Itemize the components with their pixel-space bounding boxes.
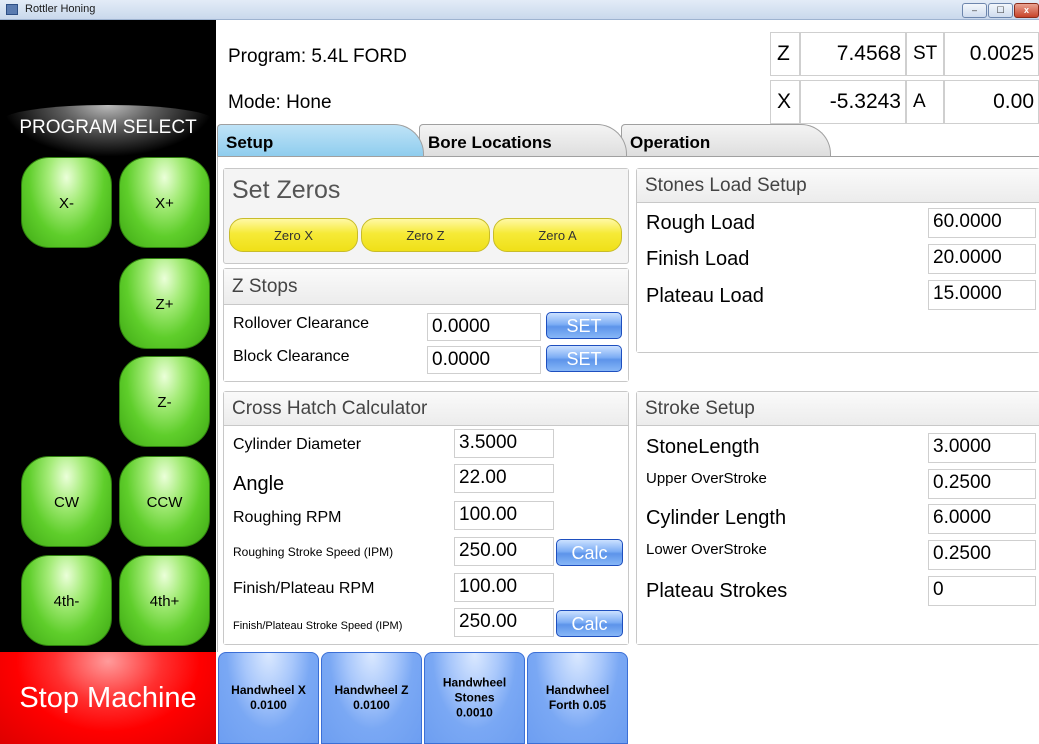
program-label: Program: 5.4L FORD — [228, 46, 407, 67]
set-zeros-title: Set Zeros — [224, 169, 628, 211]
st-label: ST — [906, 32, 944, 76]
a-axis-label: A — [906, 80, 944, 124]
block-clearance-field[interactable]: 0.0000 — [427, 346, 541, 374]
finish-plateau-rpm-field[interactable]: 100.00 — [454, 573, 554, 602]
plateau-strokes-field[interactable]: 0 — [928, 576, 1036, 606]
x-axis-value: -5.3243 — [800, 80, 906, 124]
finish-plateau-stroke-speed-field[interactable]: 250.00 — [454, 608, 554, 637]
tab-operation[interactable]: Operation — [621, 124, 831, 156]
handwheel-z-value: 0.0100 — [353, 698, 390, 712]
jog-x-plus-button[interactable]: X+ — [119, 157, 210, 248]
jog-panel: PROGRAM SELECT X- X+ Z+ Z- CW CCW 4th- 4… — [0, 20, 216, 652]
zero-a-button[interactable]: Zero A — [493, 218, 622, 252]
close-button[interactable]: x — [1014, 3, 1039, 18]
finish-plateau-rpm-label: Finish/Plateau RPM — [233, 580, 375, 597]
handwheel-x-value: 0.0100 — [250, 698, 287, 712]
handwheel-forth-value: Forth 0.05 — [548, 698, 607, 712]
tab-setup[interactable]: Setup — [217, 124, 424, 156]
lower-overstroke-label: Lower OverStroke — [646, 541, 767, 558]
block-set-button[interactable]: SET — [546, 345, 622, 372]
minimize-button[interactable]: – — [962, 3, 987, 18]
plateau-strokes-label: Plateau Strokes — [646, 580, 788, 602]
cross-hatch-title: Cross Hatch Calculator — [224, 392, 628, 426]
handwheel-forth-button[interactable]: Handwheel Forth 0.05 — [527, 652, 628, 744]
jog-x-minus-button[interactable]: X- — [21, 157, 112, 248]
jog-ccw-button[interactable]: CCW — [119, 456, 210, 547]
finish-load-field[interactable]: 20.0000 — [928, 244, 1036, 274]
lower-overstroke-field[interactable]: 0.2500 — [928, 540, 1036, 570]
app-icon — [6, 4, 18, 15]
angle-label: Angle — [233, 473, 285, 495]
jog-fourth-plus-button[interactable]: 4th+ — [119, 555, 210, 646]
finish-calc-button[interactable]: Calc — [556, 610, 623, 637]
cylinder-length-field[interactable]: 6.0000 — [928, 504, 1036, 534]
title-bar: Rottler Honing – ☐ x — [0, 0, 1039, 20]
block-clearance-label: Block Clearance — [233, 348, 350, 365]
tab-bore-locations[interactable]: Bore Locations — [419, 124, 627, 156]
finish-load-label: Finish Load — [646, 248, 750, 270]
handwheel-stones-button[interactable]: Handwheel Stones 0.0010 — [424, 652, 525, 744]
maximize-button[interactable]: ☐ — [988, 3, 1013, 18]
handwheel-forth-title: Handwheel — [545, 683, 610, 697]
cylinder-diameter-label: Cylinder Diameter — [233, 436, 362, 453]
z-stops-title: Z Stops — [224, 269, 628, 305]
program-select-button[interactable]: PROGRAM SELECT — [2, 105, 214, 157]
plateau-load-field[interactable]: 15.0000 — [928, 280, 1036, 310]
rollover-set-button[interactable]: SET — [546, 312, 622, 339]
handwheel-stones-subtitle: Stones — [454, 690, 495, 705]
roughing-calc-button[interactable]: Calc — [556, 539, 623, 566]
upper-overstroke-label: Upper OverStroke — [646, 470, 767, 487]
stop-machine-button[interactable]: Stop Machine — [0, 652, 216, 744]
cylinder-diameter-field[interactable]: 3.5000 — [454, 429, 554, 458]
upper-overstroke-field[interactable]: 0.2500 — [928, 469, 1036, 499]
stone-length-label: StoneLength — [646, 436, 760, 458]
angle-field[interactable]: 22.00 — [454, 464, 554, 493]
zero-x-button[interactable]: Zero X — [229, 218, 358, 252]
jog-cw-button[interactable]: CW — [21, 456, 112, 547]
mode-label: Mode: Hone — [228, 92, 332, 113]
rough-load-label: Rough Load — [646, 212, 755, 234]
zero-z-button[interactable]: Zero Z — [361, 218, 490, 252]
jog-z-plus-button[interactable]: Z+ — [119, 258, 210, 349]
handwheel-stones-title: Handwheel — [442, 675, 507, 690]
st-value: 0.0025 — [944, 32, 1039, 76]
handwheel-stones-value: 0.0010 — [456, 705, 493, 720]
window-title: Rottler Honing — [25, 3, 96, 15]
stone-length-field[interactable]: 3.0000 — [928, 433, 1036, 463]
x-axis-label: X — [770, 80, 800, 124]
stroke-setup-title: Stroke Setup — [637, 392, 1039, 426]
z-axis-label: Z — [770, 32, 800, 76]
a-axis-value: 0.00 — [944, 80, 1039, 124]
cylinder-length-label: Cylinder Length — [646, 507, 787, 529]
jog-z-minus-button[interactable]: Z- — [119, 356, 210, 447]
roughing-rpm-label: Roughing RPM — [233, 509, 342, 526]
handwheel-x-button[interactable]: Handwheel X 0.0100 — [218, 652, 319, 744]
z-axis-value: 7.4568 — [800, 32, 906, 76]
roughing-stroke-speed-label: Roughing Stroke Speed (IPM) — [233, 545, 394, 559]
roughing-stroke-speed-field[interactable]: 250.00 — [454, 537, 554, 566]
rough-load-field[interactable]: 60.0000 — [928, 208, 1036, 238]
jog-fourth-minus-button[interactable]: 4th- — [21, 555, 112, 646]
stones-load-title: Stones Load Setup — [637, 169, 1039, 203]
finish-plateau-stroke-speed-label: Finish/Plateau Stroke Speed (IPM) — [233, 620, 403, 632]
plateau-load-label: Plateau Load — [646, 285, 764, 307]
rollover-clearance-field[interactable]: 0.0000 — [427, 313, 541, 341]
rollover-clearance-label: Rollover Clearance — [233, 315, 370, 332]
roughing-rpm-field[interactable]: 100.00 — [454, 501, 554, 530]
handwheel-x-title: Handwheel X — [231, 683, 306, 697]
handwheel-z-title: Handwheel Z — [334, 683, 409, 697]
handwheel-z-button[interactable]: Handwheel Z 0.0100 — [321, 652, 422, 744]
